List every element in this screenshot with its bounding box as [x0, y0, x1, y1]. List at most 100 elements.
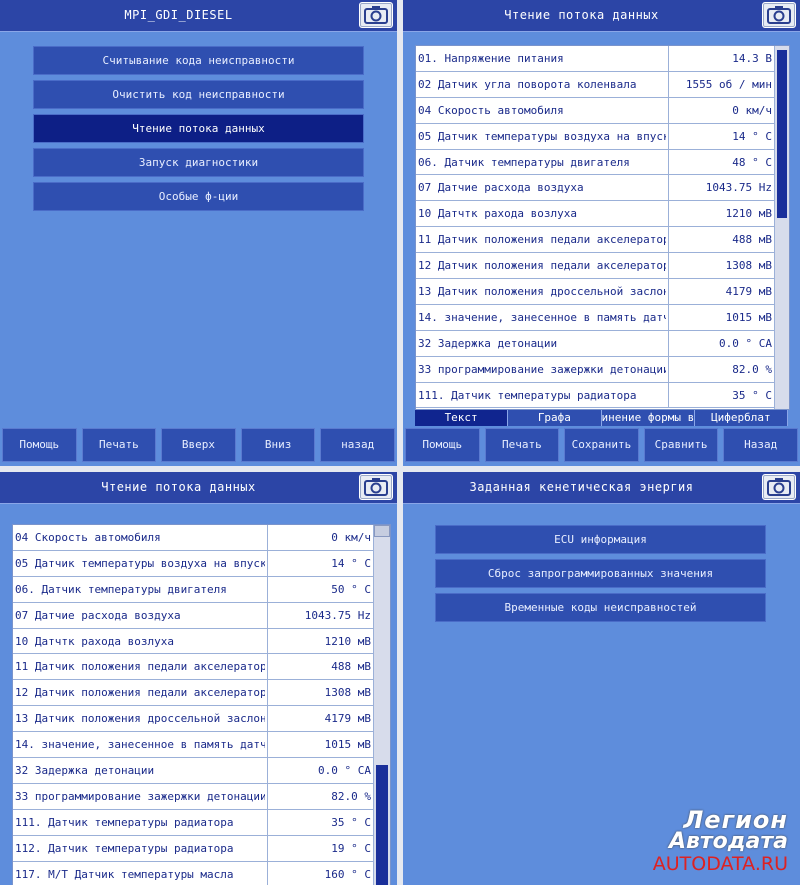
special-functions-button[interactable]: Особые ф-ции [33, 182, 364, 211]
reset-programmed-values-button[interactable]: Сброс запрограммированных значения [435, 559, 766, 588]
camera-icon[interactable] [359, 2, 393, 28]
print-button[interactable]: Печать [484, 428, 560, 462]
param-value: 1308 мВ [668, 253, 774, 279]
temporary-fault-codes-button[interactable]: Временные коды неисправностей [435, 593, 766, 622]
table-row[interactable]: 06. Датчик температуры двигателя 48 ° C [416, 149, 789, 176]
help-button[interactable]: Помощь [2, 428, 77, 462]
print-button[interactable]: Печать [81, 428, 157, 462]
up-button[interactable]: Вверх [161, 428, 236, 462]
table-row[interactable]: 07 Датчие расхода воздуха 1043.75 Hz [416, 175, 789, 202]
panel-title: MPI_GDI_DIESEL [124, 8, 233, 22]
table-row[interactable]: 32 Задержка детонации 0.0 ° CA [416, 330, 789, 357]
param-name: 32 Задержка детонации [418, 336, 558, 350]
scrollbar[interactable] [774, 46, 789, 409]
param-value: 1043.75 Hz [668, 175, 774, 201]
table-row[interactable]: 02 Датчик угла поворота коленвала 1555 об… [416, 71, 789, 98]
table-row[interactable]: 10 Датчтк рахода возлуха 1210 мВ [13, 628, 390, 655]
title-bar: Заданная кенетическая энергия [403, 472, 800, 504]
param-value: 1015 мВ [668, 304, 774, 330]
table-row[interactable]: 10 Датчтк рахода возлуха 1210 мВ [416, 201, 789, 228]
down-button[interactable]: Вниз [240, 428, 316, 462]
bottom-toolbar: Помощь Печать Вверх Вниз назад [0, 428, 397, 466]
table-row[interactable]: 06. Датчик температуры двигателя 50 ° C [13, 576, 390, 603]
param-name: 05 Датчик температуры воздуха на впуск [15, 556, 265, 570]
ecu-info-button[interactable]: ECU информация [435, 525, 766, 554]
param-value: 488 мВ [668, 227, 774, 253]
table-row[interactable]: 05 Датчик температуры воздуха на впуск 14… [416, 123, 789, 150]
run-diagnostics-button[interactable]: Запуск диагностики [33, 148, 364, 177]
table-row[interactable]: 32 Задержка детонации 0.0 ° CA [13, 758, 390, 784]
tab-text[interactable]: Текст [415, 410, 509, 426]
table-row[interactable]: 04 Скорость автомобиля 0 км/ч [13, 525, 390, 551]
scrollbar[interactable] [373, 525, 390, 885]
table-row[interactable]: 14. значение, занесенное в память датч 10… [13, 732, 390, 759]
param-value: 0.0 ° CA [668, 330, 774, 356]
data-stream-table: 01. Напряжение питания 14.3 В 02 Датчик уг… [415, 45, 790, 410]
clear-fault-codes-button[interactable]: Очистить код неисправности [33, 80, 364, 109]
table-row[interactable]: 11 Датчик положения педали акселератор 48… [416, 227, 789, 254]
scroll-up-icon[interactable] [374, 525, 390, 537]
read-data-stream-button[interactable]: Чтение потока данных [33, 114, 364, 143]
watermark-line1: Легион [683, 806, 788, 834]
tab-waveform[interactable]: инение формы в [601, 410, 695, 426]
table-row[interactable]: 12 Датчик положения педали акселератор 13… [416, 253, 789, 280]
table-row[interactable]: 07 Датчие расхода воздуха 1043.75 Hz [13, 602, 390, 629]
param-name: 07 Датчие расхода воздуха [418, 181, 584, 195]
compare-button[interactable]: Сравнить [643, 428, 719, 462]
param-value: 50 ° C [267, 576, 373, 602]
table-row[interactable]: 112. Датчик температуры радиатора 19 ° C [13, 835, 390, 862]
param-value: 488 мВ [267, 654, 373, 680]
param-name: 111. Датчик температуры радиатора [418, 388, 637, 402]
param-name: 32 Задержка детонации [15, 764, 155, 778]
title-bar: MPI_GDI_DIESEL [0, 0, 397, 32]
table-body: 04 Скорость автомобиля 0 км/ч 05 Датчик те… [13, 525, 390, 885]
param-value: 1555 об / мин [668, 71, 774, 97]
back-button[interactable]: назад [320, 428, 395, 462]
table-row[interactable]: 04 Скорость автомобиля 0 км/ч [416, 97, 789, 124]
param-name: 14. значение, занесенное в память датч [418, 310, 666, 324]
table-row[interactable]: 13 Датчик положения дроссельной заслон 41… [13, 706, 390, 733]
table-row[interactable]: 13 Датчик положения дроссельной заслон 41… [416, 279, 789, 305]
save-button[interactable]: Сохранить [564, 428, 639, 462]
param-value: 1015 мВ [267, 732, 373, 758]
table-row[interactable]: 05 Датчик температуры воздуха на впуск 14… [13, 550, 390, 577]
scrollbar-thumb[interactable] [777, 50, 787, 218]
table-row[interactable]: 33 программирование зажержки детонации 82… [416, 356, 789, 383]
tab-dial[interactable]: Циферблат [694, 410, 788, 426]
param-value: 14 ° C [267, 550, 373, 576]
scrollbar-thumb[interactable] [376, 765, 388, 885]
param-value: 160 ° C [267, 861, 373, 885]
bottom-toolbar: Помощь Печать Сохранить Сравнить Назад [403, 428, 800, 466]
param-value: 1043.75 Hz [267, 602, 373, 628]
param-name: 11 Датчик положения педали акселератор [15, 660, 265, 674]
table-row[interactable]: 14. значение, занесенное в память датч 10… [416, 304, 789, 331]
back-button[interactable]: Назад [723, 428, 798, 462]
param-value: 82.0 % [267, 783, 373, 809]
watermark-url: AUTODATA.RU [652, 853, 788, 875]
table-row[interactable]: 33 программирование зажержки детонации 82… [13, 783, 390, 810]
camera-icon[interactable] [762, 474, 796, 500]
camera-icon[interactable] [359, 474, 393, 500]
table-row[interactable]: 111. Датчик температуры радиатора 35 ° C [416, 382, 789, 409]
param-value: 1308 мВ [267, 680, 373, 706]
param-value: 4179 мВ [668, 279, 774, 305]
table-row[interactable]: 12 Датчик положения педали акселератор 13… [13, 680, 390, 707]
read-fault-codes-button[interactable]: Считывание кода неисправности [33, 46, 364, 75]
data-stream-table: 04 Скорость автомобиля 0 км/ч 05 Датчик те… [12, 524, 391, 885]
tab-graph[interactable]: Графа [508, 410, 602, 426]
table-row[interactable]: 111. Датчик температуры радиатора 35 ° C [13, 809, 390, 836]
param-name: 02 Датчик угла поворота коленвала [418, 77, 637, 91]
param-name: 01. Напряжение питания [418, 52, 564, 65]
param-name: 10 Датчтк рахода возлуха [15, 634, 174, 648]
param-value: 1210 мВ [668, 201, 774, 227]
camera-icon[interactable] [762, 2, 796, 28]
table-row[interactable]: 117. M/T Датчик температуры масла 160 ° C [13, 861, 390, 885]
title-bar: Чтение потока данных [403, 0, 800, 32]
param-value: 4179 мВ [267, 706, 373, 732]
table-row[interactable]: 01. Напряжение питания 14.3 В [416, 46, 789, 72]
param-name: 10 Датчтк рахода возлуха [418, 207, 577, 221]
table-row[interactable]: 11 Датчик положения педали акселератор 48… [13, 654, 390, 681]
help-button[interactable]: Помощь [405, 428, 480, 462]
view-tabs: Текст Графа инение формы в Циферблат [415, 410, 788, 426]
param-name: 06. Датчик температуры двигателя [15, 582, 227, 596]
